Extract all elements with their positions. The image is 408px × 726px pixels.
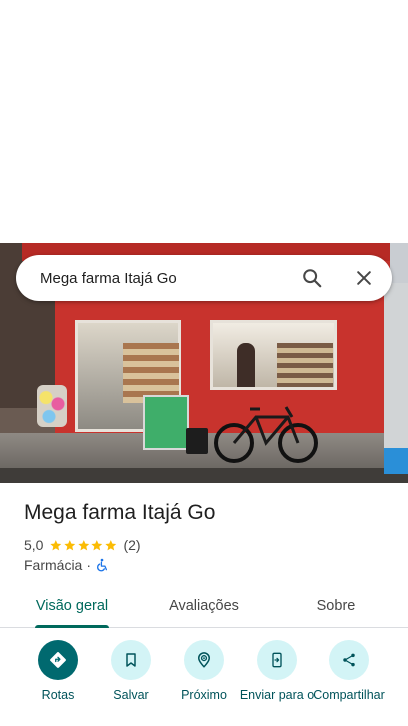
close-icon [357,271,371,285]
category-separator: · [86,557,92,573]
nearby-button[interactable]: Próximo [164,640,244,703]
rating-row[interactable]: 5,0 (2) [24,537,141,553]
review-count: (2) [123,537,141,553]
send-to-phone-icon [272,652,282,668]
send-to-phone-label: Enviar para o [239,688,315,702]
photo-blue-bin [384,448,408,474]
search-button[interactable] [292,258,332,298]
directions-label: Rotas [41,688,75,702]
category-row: Farmácia · [24,557,109,573]
share-button[interactable]: Compartilhar [309,640,389,703]
photo-cart [143,395,189,450]
wheelchair-icon [97,558,108,572]
photo-curb [0,468,408,483]
search-input[interactable] [16,255,292,301]
share-label: Compartilhar [313,688,385,702]
search-icon [303,269,322,288]
star-icon [91,539,103,550]
search-bar [16,255,392,301]
tab-reviews[interactable]: Avaliações [156,583,252,628]
save-button[interactable]: Salvar [91,640,171,703]
star-icon [105,539,117,550]
nearby-label: Próximo [181,688,227,702]
photo-bicycle [214,406,318,463]
tab-overview[interactable]: Visão geral [25,583,119,628]
star-rating [49,539,117,552]
photo-balloons [37,385,67,427]
save-label: Salvar [113,688,149,702]
map-blank-area [0,0,408,243]
tab-active-indicator [35,625,109,628]
tab-about[interactable]: Sobre [300,583,372,628]
nearby-icon [197,652,211,668]
bookmark-icon [126,653,136,667]
photo-pole [384,283,408,473]
action-bar: Rotas Salvar Próximo Enviar para o Compa… [0,640,408,726]
clear-search-button[interactable] [344,258,384,298]
photo-window [210,320,337,390]
directions-icon [50,652,66,668]
send-to-phone-button[interactable]: Enviar para o [237,640,317,703]
star-icon [78,539,89,550]
star-icon [64,539,76,550]
share-icon [343,653,355,667]
photo-bin [186,428,208,454]
place-title: Mega farma Itajá Go [24,501,216,524]
rating-value: 5,0 [24,537,44,553]
star-icon [50,539,62,550]
directions-button[interactable]: Rotas [18,640,98,703]
place-tabs: Visão geral Avaliações Sobre [0,583,408,628]
place-category: Farmácia [24,557,83,573]
